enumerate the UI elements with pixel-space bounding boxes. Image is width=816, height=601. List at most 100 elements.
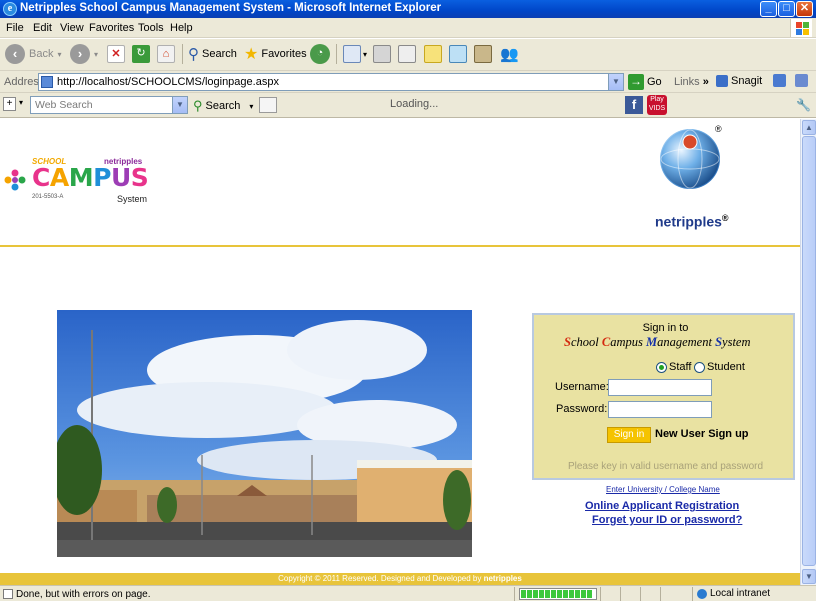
scroll-thumb[interactable] [802, 136, 816, 566]
menu-help[interactable]: Help [170, 22, 193, 34]
print-button[interactable] [373, 43, 391, 65]
window-title: Netripples School Campus Management Syst… [20, 2, 442, 14]
progress-segment [557, 590, 562, 598]
university-link[interactable]: Enter University / College Name [606, 485, 720, 494]
forward-arrow-icon: › [70, 44, 90, 64]
progress-segment [539, 590, 544, 598]
status-separator [514, 587, 515, 601]
system-name-part: ystem [722, 335, 751, 349]
go-label: Go [647, 76, 662, 88]
username-field[interactable] [608, 379, 712, 396]
page-content: SCHOOL netripples CAMPUS 201-5503-A Syst… [0, 119, 800, 573]
header-divider [0, 245, 800, 247]
logo-letter: S [130, 163, 149, 192]
snagit-capture-icon[interactable] [773, 74, 787, 87]
mail-icon [343, 45, 361, 63]
progress-segment [575, 590, 580, 598]
messenger-icon [449, 45, 467, 63]
stop-button[interactable]: ✕ [107, 43, 125, 65]
snagit-edit-icon[interactable] [795, 74, 809, 87]
forward-button[interactable]: › ▾ [70, 43, 98, 65]
system-name-part: chool [570, 335, 602, 349]
footer-brand: netripples [483, 574, 522, 583]
wrench-icon[interactable]: 🔧 [796, 98, 811, 112]
snagit-label: Snagit [731, 74, 763, 87]
status-separator [660, 587, 661, 601]
scroll-down-icon[interactable]: ▼ [802, 569, 816, 584]
status-separator [600, 587, 601, 601]
progress-segment [533, 590, 538, 598]
password-field[interactable] [608, 401, 712, 418]
menu-file[interactable]: File [6, 22, 24, 34]
favorites-button[interactable]: ★ Favorites [244, 43, 307, 65]
snagit-button[interactable]: Snagit [716, 74, 809, 87]
system-name: School Campus Management System [564, 335, 751, 350]
forgot-password-link[interactable]: Forget your ID or password? [592, 514, 742, 526]
menu-edit[interactable]: Edit [33, 22, 52, 34]
go-arrow-icon: → [628, 74, 644, 90]
history-button[interactable]: ◔ [310, 43, 330, 65]
menu-view[interactable]: View [60, 22, 84, 34]
chevron-down-icon: ▾ [363, 49, 368, 59]
address-dropdown-icon[interactable]: ▼ [608, 74, 623, 90]
globe-reg-mark: ® [715, 124, 722, 134]
address-bar: Address http://localhost/SCHOOLCMS/login… [0, 71, 816, 93]
web-search-button[interactable]: ⚲ Search ▾ [193, 98, 253, 114]
menu-tools[interactable]: Tools [138, 22, 164, 34]
playvids-icon[interactable]: Play VIDS [647, 95, 667, 115]
role-staff-radio[interactable]: Staff [656, 361, 691, 373]
refresh-icon: ↻ [132, 45, 150, 63]
signin-button[interactable]: Sign in [607, 427, 651, 443]
search-button[interactable]: ⚲ Search [188, 43, 237, 65]
chevron-down-icon[interactable]: ▾ [19, 98, 23, 107]
print-icon [373, 45, 391, 63]
progress-segment [569, 590, 574, 598]
toolbar-plus-icon[interactable]: + [3, 97, 16, 111]
home-button[interactable]: ⌂ [157, 43, 175, 65]
school-campus-logo: SCHOOL netripples CAMPUS 201-5503-A Syst… [4, 157, 154, 207]
role-student-radio[interactable]: Student [694, 361, 745, 373]
search-label: Search [202, 48, 237, 60]
netripples-globe-icon [660, 129, 720, 189]
facebook-icon[interactable]: f [625, 96, 643, 114]
progress-segment [563, 590, 568, 598]
page-footer: Copyright © 2011 Reserved. Designed and … [0, 573, 800, 585]
highlight-icon[interactable] [259, 97, 277, 113]
back-button[interactable]: ‹ Back ▾ [5, 43, 61, 65]
note-icon [424, 45, 442, 63]
messenger-button[interactable] [449, 43, 467, 65]
web-search-dropdown-icon[interactable]: ▼ [172, 97, 187, 113]
edit-icon [398, 45, 416, 63]
links-label[interactable]: Links » [674, 76, 709, 88]
users-button[interactable]: 👥 [500, 43, 519, 65]
vertical-scrollbar[interactable]: ▲ ▼ [800, 119, 816, 585]
maximize-button[interactable]: □ [778, 1, 795, 17]
research-button[interactable] [474, 43, 492, 65]
web-search-input[interactable]: Web Search ▼ [30, 96, 188, 114]
online-applicant-registration-link[interactable]: Online Applicant Registration [585, 500, 739, 512]
users-icon: 👥 [500, 46, 519, 63]
discuss-button[interactable] [424, 43, 442, 65]
logo-campus-text: CAMPUS [32, 163, 149, 192]
standard-toolbar: ‹ Back ▾ › ▾ ✕ ↻ ⌂ ⚲ Search ★ Favorites … [0, 39, 816, 71]
system-name-part: S [715, 335, 723, 349]
minimize-button[interactable]: _ [760, 1, 777, 17]
go-button[interactable]: → Go [628, 74, 662, 90]
new-user-signup-link[interactable]: New User Sign up [655, 428, 749, 440]
chevron-down-icon: ▾ [249, 101, 254, 111]
address-input[interactable]: http://localhost/SCHOOLCMS/loginpage.asp… [38, 73, 624, 91]
close-button[interactable]: ✕ [796, 1, 813, 17]
mail-button[interactable]: ▾ [343, 43, 367, 65]
edit-button[interactable] [398, 43, 416, 65]
windows-logo-icon [790, 19, 812, 37]
system-name-part: ampus [610, 335, 646, 349]
refresh-button[interactable]: ↻ [132, 43, 150, 65]
scroll-up-icon[interactable]: ▲ [802, 120, 816, 135]
progress-segment [581, 590, 586, 598]
progress-bar [519, 588, 597, 600]
status-separator [640, 587, 641, 601]
status-text: Done, but with errors on page. [16, 589, 151, 600]
page-error-icon[interactable] [3, 589, 13, 599]
login-hint: Please key in valid username and passwor… [567, 461, 764, 472]
menu-favorites[interactable]: Favorites [89, 22, 134, 34]
